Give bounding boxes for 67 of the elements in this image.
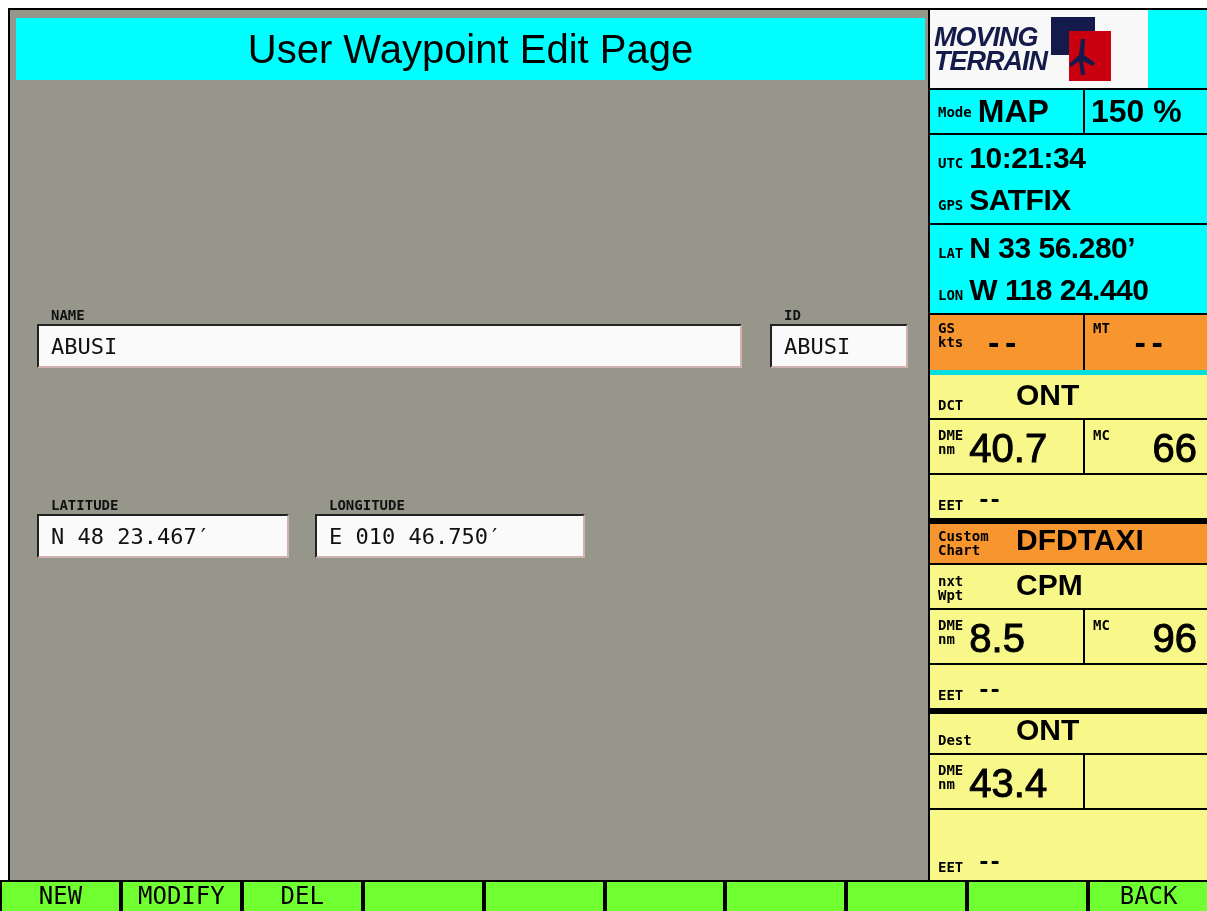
field-label: ID — [783, 306, 802, 324]
status-label: nm — [938, 442, 956, 456]
status-value: DFDTAXI — [1016, 524, 1144, 557]
status-label: GS — [938, 321, 956, 335]
status-label: Mode — [938, 104, 972, 119]
status-value: -- — [1131, 327, 1166, 360]
status-value: ONT — [1016, 714, 1080, 747]
status-label: Chart — [938, 543, 982, 557]
blank-softkey[interactable] — [362, 882, 482, 911]
status-value: -- — [977, 849, 1000, 874]
status-value: 66 — [1152, 428, 1197, 468]
input-field[interactable]: ABUSI — [37, 324, 742, 368]
input-field[interactable]: ABUSI — [770, 324, 908, 368]
status-label: Dest — [938, 733, 973, 747]
status-label: DME — [938, 618, 964, 632]
status-value: 96 — [1152, 618, 1197, 658]
status-label: LON — [938, 288, 964, 302]
status-label: nm — [938, 777, 956, 791]
status-label: MT — [1093, 321, 1110, 335]
status-label: DME — [938, 428, 964, 442]
status-value: W 118 24.440 — [969, 273, 1149, 307]
input-field[interactable]: N 48 23.467′ — [37, 514, 289, 558]
status-label: kts — [938, 335, 964, 349]
status-label: EET — [938, 688, 964, 702]
status-value: -- — [977, 487, 1000, 512]
status-value: 8.5 — [969, 618, 1025, 658]
logo-text: TERRAIN — [934, 49, 1047, 73]
blank-softkey[interactable] — [604, 882, 724, 911]
status-label: UTC — [938, 156, 964, 170]
softkey-button[interactable]: MODIFY — [120, 882, 240, 911]
status-value: N 33 56.280’ — [969, 231, 1136, 265]
status-label: nm — [938, 632, 956, 646]
status-label: DME — [938, 763, 964, 777]
blank-softkey[interactable] — [967, 882, 1087, 911]
blank-softkey[interactable] — [483, 882, 603, 911]
blank-softkey[interactable] — [725, 882, 845, 911]
status-value: SATFIX — [969, 183, 1071, 217]
blank-softkey[interactable] — [846, 882, 966, 911]
softkey-button[interactable]: BACK — [1088, 882, 1207, 911]
status-value: ONT — [1016, 378, 1080, 412]
status-value: MAP — [977, 93, 1049, 130]
status-label: DCT — [938, 398, 965, 412]
status-value: CPM — [1016, 568, 1083, 602]
status-value: 40.7 — [969, 428, 1048, 468]
status-label: MC — [1093, 618, 1110, 632]
status-value: 10:21:34 — [969, 141, 1086, 175]
status-value: -- — [985, 327, 1019, 360]
page-title: User Waypoint Edit Page — [16, 18, 925, 80]
plane-logo-icon — [1051, 17, 1113, 81]
status-label: nxt — [938, 574, 965, 588]
status-label: MC — [1093, 428, 1110, 442]
status-label: Wpt — [938, 588, 965, 602]
logo-text: MOVING — [934, 25, 1038, 49]
field-label: NAME — [50, 306, 86, 324]
status-value: 150 % — [1091, 93, 1182, 130]
status-label: GPS — [938, 198, 964, 212]
status-label: EET — [938, 860, 964, 874]
field-label: LONGITUDE — [328, 496, 406, 514]
status-label: EET — [938, 498, 964, 512]
field-label: LATITUDE — [50, 496, 120, 514]
status-label: LAT — [938, 246, 964, 260]
status-label: Custom — [938, 529, 990, 543]
input-field[interactable]: E 010 46.750′ — [315, 514, 585, 558]
status-value: 43.4 — [969, 763, 1048, 803]
softkey-button[interactable]: DEL — [241, 882, 361, 911]
status-value: -- — [977, 677, 1000, 702]
softkey-button[interactable]: NEW — [0, 882, 119, 911]
